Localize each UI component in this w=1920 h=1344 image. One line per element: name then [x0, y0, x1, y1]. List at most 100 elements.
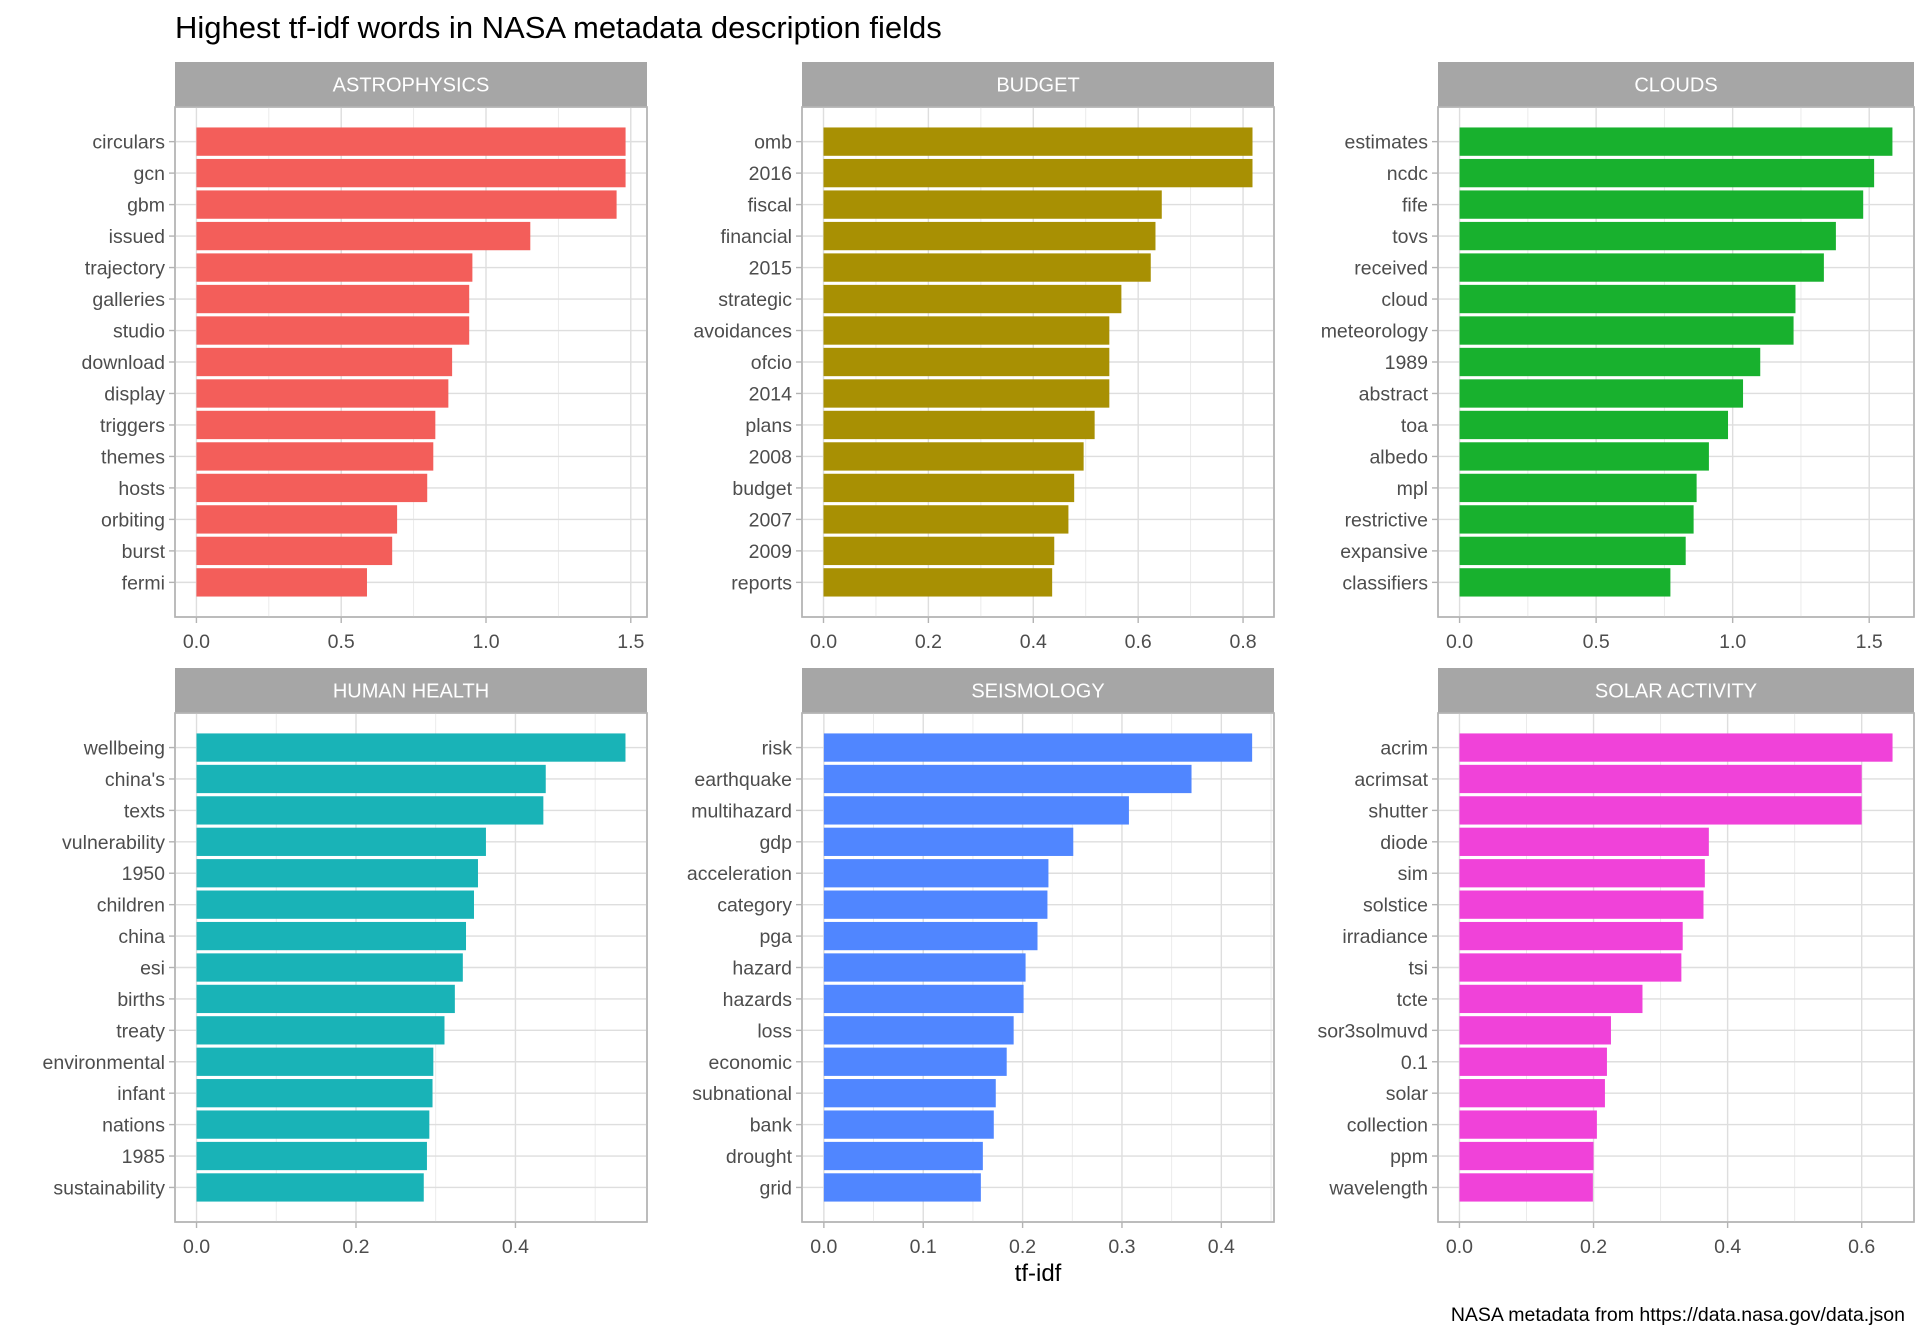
y-tick-label: wellbeing	[83, 738, 165, 760]
bar-drought	[823, 1141, 983, 1171]
y-tick-label: budget	[732, 478, 792, 500]
y-tick-label: toa	[1401, 415, 1428, 437]
y-tick-label: estimates	[1345, 132, 1429, 154]
facet-strip-label: BUDGET	[996, 75, 1079, 97]
bar-wellbeing	[196, 733, 626, 762]
bar-studio	[196, 316, 470, 345]
bar-fiscal	[823, 190, 1162, 219]
bar-expansive	[1459, 536, 1686, 566]
facet-strip-label: HUMAN HEALTH	[333, 681, 489, 703]
x-tick-label: 0.6	[1848, 1236, 1875, 1258]
y-tick-label: received	[1354, 258, 1428, 280]
y-tick-label: 2008	[749, 446, 792, 468]
y-tick-label: 2007	[749, 509, 792, 531]
bar-cloud	[1459, 284, 1796, 314]
x-tick-label: 0.0	[810, 1236, 837, 1258]
x-tick-label: 0.5	[1583, 631, 1610, 653]
y-tick-label: loss	[757, 1020, 792, 1042]
y-tick-label: solar	[1386, 1083, 1429, 1105]
bar-abstract	[1459, 379, 1744, 408]
bar-received	[1459, 253, 1824, 282]
x-tick-label: 1.0	[472, 631, 499, 653]
bar-1989	[1459, 347, 1761, 377]
bar-acrim	[1459, 733, 1893, 762]
facet-budget: BUDGET omb 2016 fiscal financial 2015 strategi…	[693, 62, 1275, 653]
bar-burst	[196, 536, 393, 566]
y-tick-label: vulnerability	[62, 832, 165, 854]
bar-financial	[823, 221, 1156, 251]
bar-2014	[823, 379, 1110, 408]
y-tick-label: meteorology	[1321, 321, 1429, 343]
bar-gdp	[823, 827, 1074, 856]
bar-1985	[196, 1141, 427, 1171]
x-tick-label: 0.2	[915, 631, 942, 653]
bar-multihazard	[823, 796, 1129, 825]
y-tick-label: 1989	[1385, 352, 1428, 374]
y-tick-label: drought	[726, 1146, 793, 1168]
bar-category	[823, 890, 1048, 919]
bar-subnational	[823, 1079, 996, 1108]
x-axis-title: tf-idf	[1015, 1260, 1062, 1287]
y-tick-label: earthquake	[694, 769, 792, 791]
y-tick-label: nations	[102, 1115, 165, 1137]
y-tick-label: acrim	[1380, 738, 1428, 760]
bar-acceleration	[823, 859, 1049, 888]
y-tick-label: restrictive	[1345, 509, 1428, 531]
bar-gcn	[196, 158, 626, 188]
y-tick-label: cloud	[1381, 289, 1428, 311]
x-tick-label: 0.6	[1125, 631, 1152, 653]
bar-albedo	[1459, 442, 1709, 471]
y-tick-label: display	[104, 383, 165, 405]
bar-download	[196, 347, 453, 377]
bar-sustainability	[196, 1173, 424, 1202]
y-tick-label: omb	[754, 132, 792, 154]
bar-acrimsat	[1459, 764, 1862, 794]
facet-seismology: SEISMOLOGY risk earthquake multihazard gdp ac…	[687, 668, 1275, 1258]
bar-1950	[196, 859, 478, 888]
bar-restrictive	[1459, 505, 1694, 534]
bar-2007	[823, 505, 1069, 534]
bar-births	[196, 984, 455, 1014]
y-tick-label: 2016	[749, 163, 792, 185]
bar-grid	[823, 1173, 981, 1202]
bar-bank	[823, 1110, 994, 1139]
bar-estimates	[1459, 127, 1893, 156]
y-tick-label: fermi	[122, 572, 165, 594]
y-tick-label: 2015	[749, 258, 793, 280]
bar-irradiance	[1459, 921, 1683, 951]
bar-gbm	[196, 190, 617, 219]
bar-loss	[823, 1016, 1014, 1045]
y-tick-label: fife	[1402, 195, 1428, 217]
y-tick-label: economic	[709, 1052, 793, 1074]
bar-collection	[1459, 1110, 1597, 1139]
y-tick-label: sim	[1398, 863, 1428, 885]
y-tick-label: ppm	[1390, 1146, 1428, 1168]
x-tick-label: 0.8	[1230, 631, 1257, 653]
y-tick-label: diode	[1380, 832, 1428, 854]
bar-hazard	[823, 953, 1026, 982]
bar-ofcio	[823, 347, 1110, 377]
bar-avoidances	[823, 316, 1110, 345]
bar-economic	[823, 1047, 1007, 1076]
bar-china	[196, 921, 467, 951]
bar-triggers	[196, 410, 436, 440]
y-tick-label: risk	[762, 738, 793, 760]
y-tick-label: 1950	[122, 863, 166, 885]
y-tick-label: collection	[1347, 1115, 1428, 1137]
y-tick-label: bank	[750, 1115, 793, 1137]
y-tick-label: triggers	[100, 415, 165, 437]
bar-pga	[823, 921, 1038, 951]
facet-strip-label: ASTROPHYSICS	[333, 75, 490, 97]
facet-strip-label: CLOUDS	[1634, 75, 1717, 97]
bar-toa	[1459, 410, 1729, 440]
bar-earthquake	[823, 764, 1192, 794]
bar-0-1	[1459, 1047, 1607, 1076]
bar-themes	[196, 442, 434, 471]
y-tick-label: gdp	[759, 832, 792, 854]
bar-tsi	[1459, 953, 1682, 982]
x-tick-label: 0.5	[328, 631, 355, 653]
bar-orbiting	[196, 505, 398, 534]
y-tick-label: treaty	[116, 1020, 165, 1042]
bar-hosts	[196, 473, 428, 503]
bar-children	[196, 890, 474, 919]
